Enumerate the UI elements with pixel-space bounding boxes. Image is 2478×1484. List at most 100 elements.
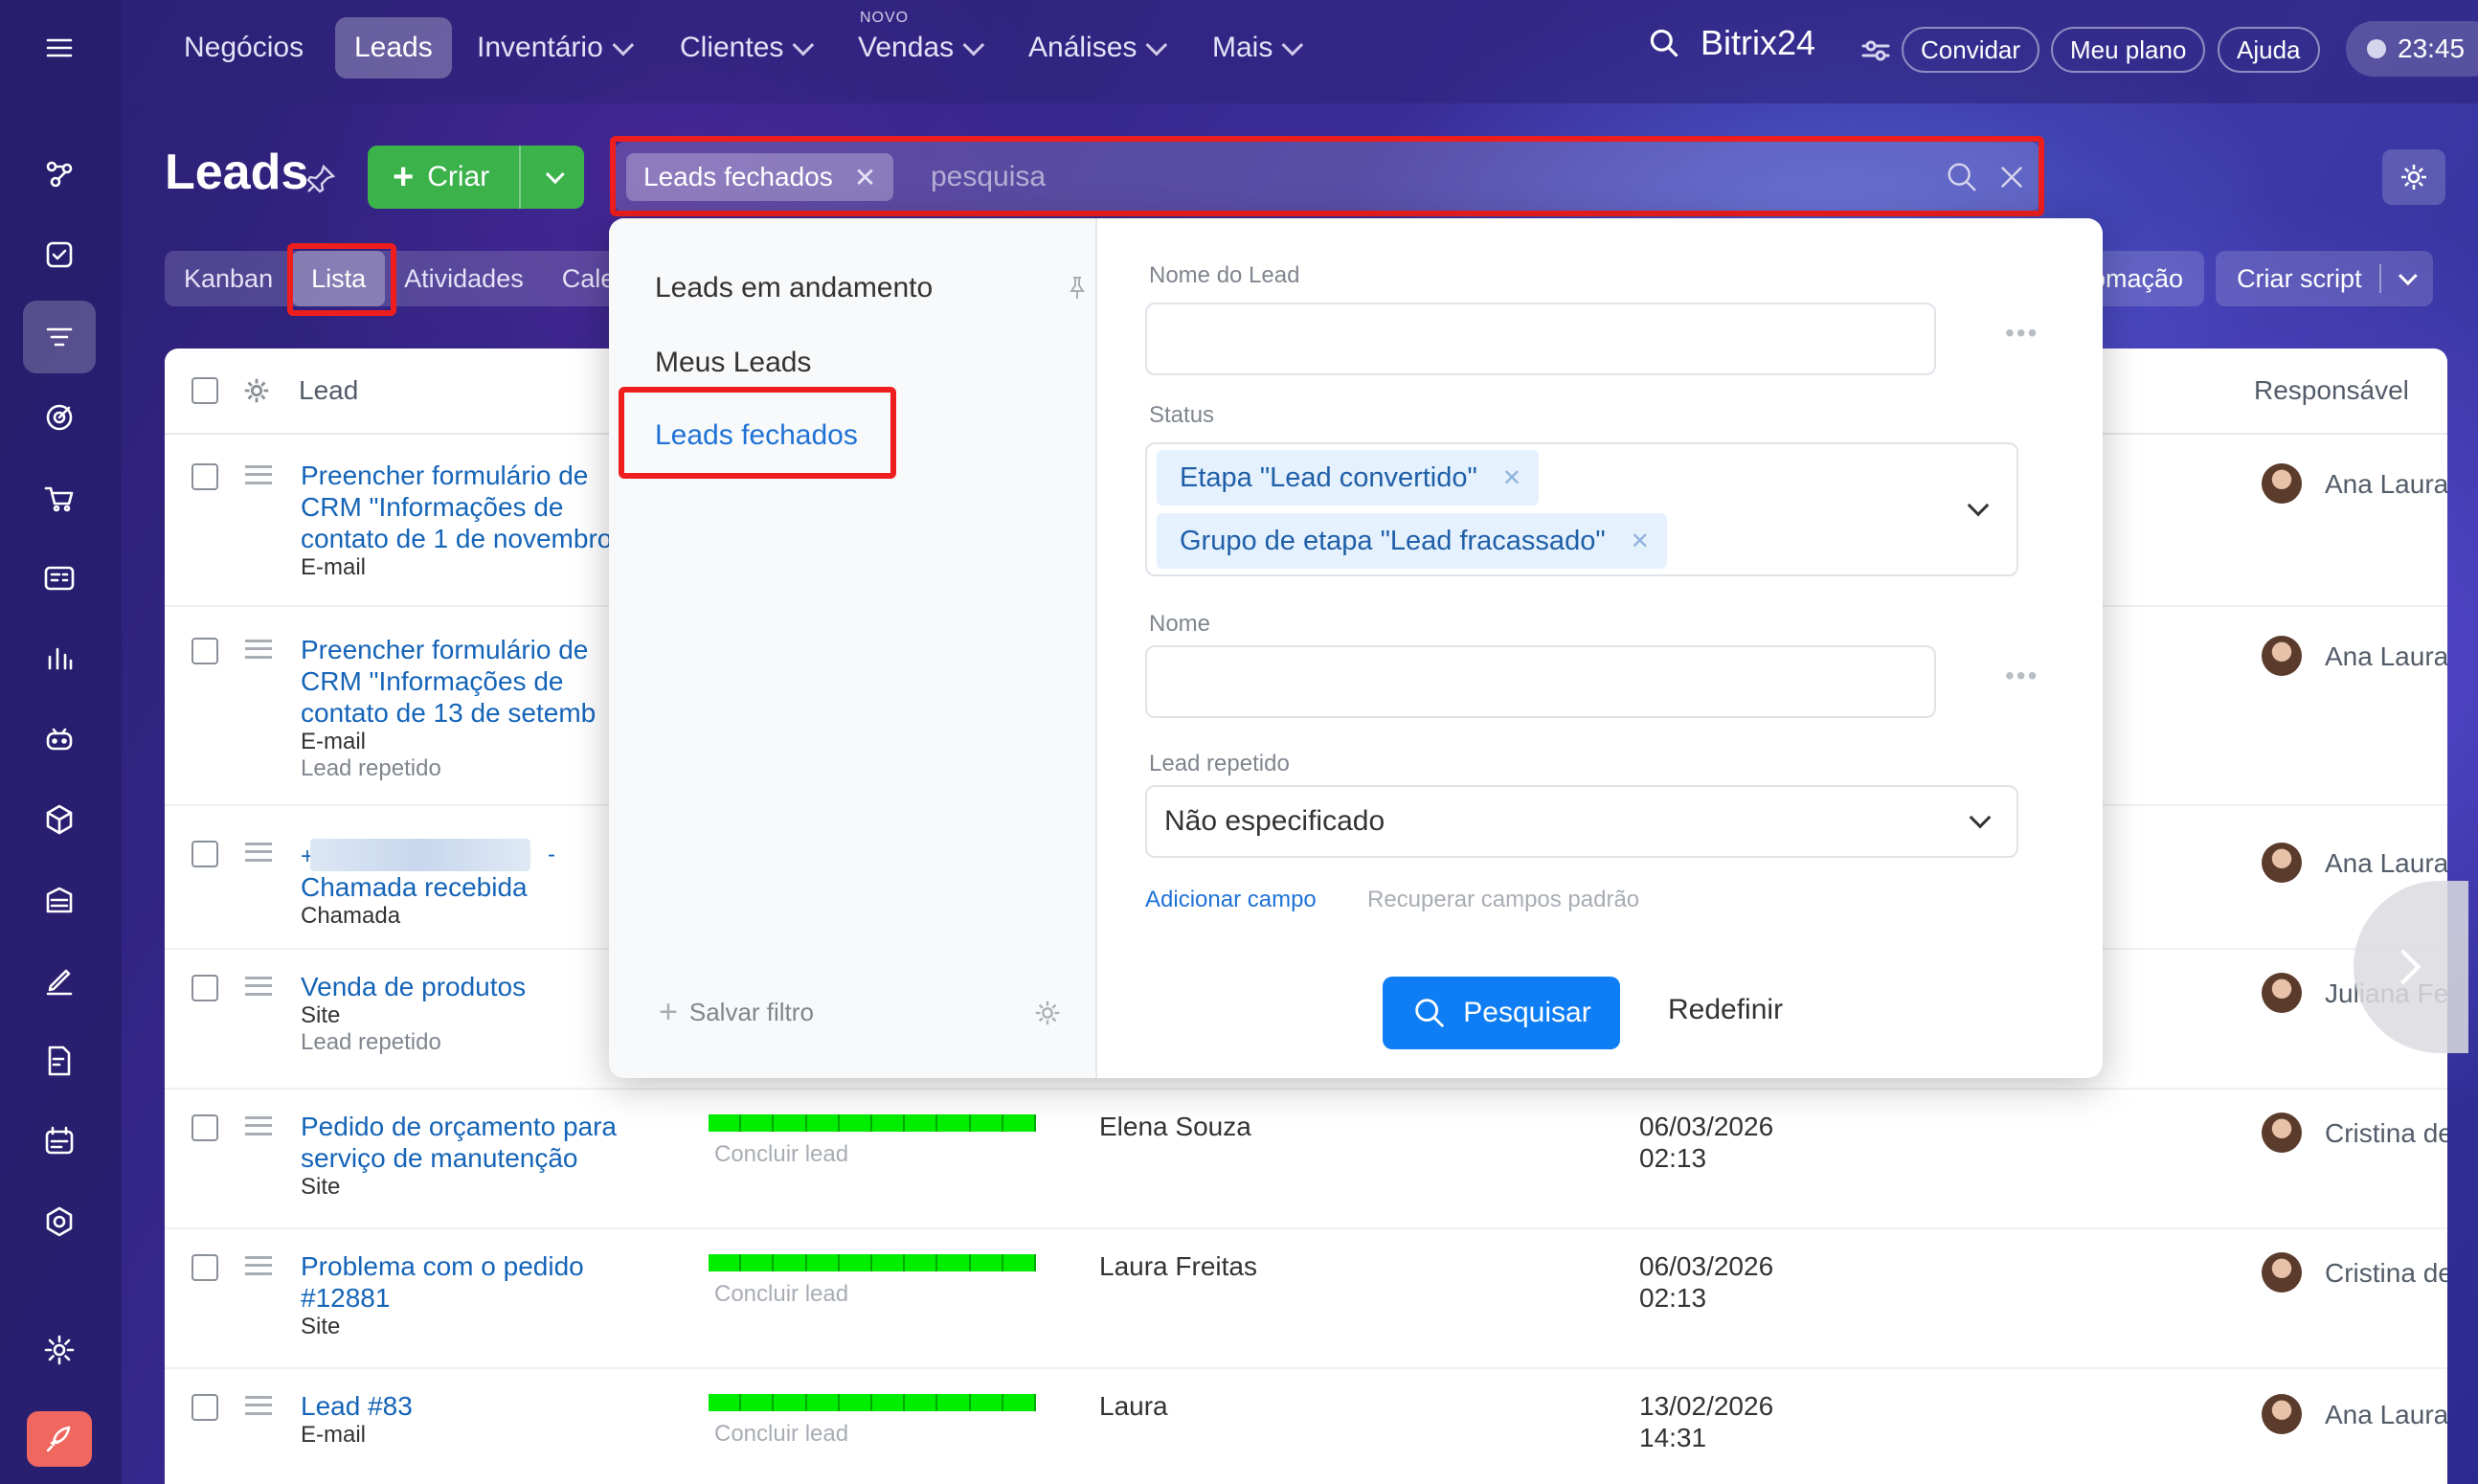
close-icon[interactable]: ✕ xyxy=(1502,464,1521,492)
nav-inventario[interactable]: Inventário xyxy=(458,17,647,79)
row-checkbox[interactable] xyxy=(191,463,218,490)
crm-flow-icon[interactable] xyxy=(31,146,88,203)
reset-button[interactable]: Redefinir xyxy=(1668,994,1783,1026)
bot-icon[interactable] xyxy=(31,710,88,768)
table-row[interactable]: Pedido de orçamento para serviço de manu… xyxy=(165,1090,2447,1229)
restore-fields-link[interactable]: Recuperar campos padrão xyxy=(1367,887,1639,913)
client-name[interactable]: Laura xyxy=(1099,1390,1168,1422)
tab-kanban[interactable]: Kanban xyxy=(165,251,292,306)
sign-icon[interactable] xyxy=(31,952,88,1009)
help-button[interactable]: Ajuda xyxy=(2218,27,2320,73)
calendar-icon[interactable] xyxy=(31,1113,88,1170)
save-filter-button[interactable]: + Salvar filtro xyxy=(659,994,814,1031)
more-options-icon[interactable]: ••• xyxy=(2005,661,2039,691)
stage-label[interactable]: Concluir lead xyxy=(714,1281,848,1308)
pin-icon[interactable] xyxy=(1067,276,1088,301)
search-icon[interactable] xyxy=(1647,26,1681,60)
row-menu-icon[interactable] xyxy=(245,1116,272,1135)
column-settings-icon[interactable] xyxy=(241,375,272,406)
analytics-icon[interactable] xyxy=(31,630,88,687)
create-dropdown[interactable] xyxy=(521,165,584,185)
client-name[interactable]: Elena Souza xyxy=(1099,1111,1251,1142)
row-menu-icon[interactable] xyxy=(245,1256,272,1275)
rocket-icon[interactable] xyxy=(27,1411,92,1467)
preset-my-leads[interactable]: Meus Leads xyxy=(655,347,811,379)
add-field-link[interactable]: Adicionar campo xyxy=(1145,887,1317,913)
responsible-name[interactable]: Ana Laura xyxy=(2325,469,2447,500)
lead-title[interactable]: Preencher formulário de CRM "Informações… xyxy=(301,460,617,554)
responsible-name[interactable]: Cristina de xyxy=(2325,1118,2447,1149)
more-options-icon[interactable]: ••• xyxy=(2005,318,2039,349)
row-menu-icon[interactable] xyxy=(245,1396,272,1415)
hexagon-icon[interactable] xyxy=(31,1193,88,1250)
name-input[interactable] xyxy=(1145,645,1936,718)
stage-progress-bar[interactable] xyxy=(709,1254,1037,1271)
lead-title[interactable]: Lead #83 xyxy=(301,1390,617,1422)
lead-title[interactable]: Venda de produtos xyxy=(301,971,617,1002)
document-edit-icon[interactable] xyxy=(31,1032,88,1090)
nav-leads[interactable]: Leads xyxy=(335,17,452,79)
contacts-card-icon[interactable] xyxy=(31,550,88,607)
row-checkbox[interactable] xyxy=(191,841,218,867)
nav-vendas[interactable]: Vendas xyxy=(839,17,998,79)
stage-label[interactable]: Concluir lead xyxy=(714,1141,848,1168)
preset-in-progress[interactable]: Leads em andamento xyxy=(655,272,933,304)
responsible-name[interactable]: Ana Laura xyxy=(2325,848,2447,879)
row-checkbox[interactable] xyxy=(191,1394,218,1421)
select-all-checkbox[interactable] xyxy=(191,377,218,404)
tab-atividades[interactable]: Atividades xyxy=(385,251,543,306)
store-icon[interactable] xyxy=(31,871,88,929)
crm-filter-icon[interactable] xyxy=(23,301,96,373)
column-lead[interactable]: Lead xyxy=(299,375,358,406)
my-plan-button[interactable]: Meu plano xyxy=(2051,27,2206,73)
box-icon[interactable] xyxy=(31,791,88,848)
responsible-name[interactable]: Ana Laura xyxy=(2325,641,2447,672)
nav-clientes[interactable]: Clientes xyxy=(661,17,827,79)
row-checkbox[interactable] xyxy=(191,975,218,1001)
responsible-name[interactable]: Ana Laura xyxy=(2325,1400,2447,1430)
row-menu-icon[interactable] xyxy=(245,977,272,996)
cart-icon[interactable] xyxy=(31,469,88,527)
invite-button[interactable]: Convidar xyxy=(1902,27,2040,73)
column-responsible[interactable]: Responsável xyxy=(2254,375,2409,406)
nav-negocios[interactable]: Negócios xyxy=(165,17,323,79)
stage-progress-bar[interactable] xyxy=(709,1394,1037,1411)
pin-icon[interactable] xyxy=(304,163,337,195)
nav-analises[interactable]: Análises xyxy=(1009,17,1181,79)
lead-title[interactable]: Problema com o pedido #12881 xyxy=(301,1250,617,1314)
menu-icon[interactable] xyxy=(31,19,88,77)
row-menu-icon[interactable] xyxy=(245,640,272,659)
lead-name-input[interactable] xyxy=(1145,303,1936,375)
repeated-lead-select[interactable]: Não especificado xyxy=(1145,785,2018,858)
row-checkbox[interactable] xyxy=(191,1114,218,1141)
chevron-down-icon[interactable] xyxy=(1967,494,1990,517)
client-name[interactable]: Laura Freitas xyxy=(1099,1250,1257,1282)
stage-label[interactable]: Concluir lead xyxy=(714,1421,848,1448)
create-script-button[interactable]: Criar script xyxy=(2216,251,2433,306)
filter-settings-button[interactable] xyxy=(1032,998,1063,1033)
settings-icon[interactable] xyxy=(31,1321,88,1379)
nav-mais[interactable]: Mais xyxy=(1193,17,1317,79)
status-tag[interactable]: Etapa "Lead convertido" ✕ xyxy=(1157,450,1539,506)
row-checkbox[interactable] xyxy=(191,638,218,664)
table-row[interactable]: Problema com o pedido #12881 Site Conclu… xyxy=(165,1229,2447,1369)
target-icon[interactable] xyxy=(31,389,88,446)
table-row[interactable]: Lead #83 E-mail Concluir lead Laura 13/0… xyxy=(165,1369,2447,1484)
create-button[interactable]: + Criar xyxy=(368,146,584,209)
lead-title[interactable]: Chamada recebida xyxy=(301,871,617,903)
lead-title[interactable]: Pedido de orçamento para serviço de manu… xyxy=(301,1111,617,1174)
row-menu-icon[interactable] xyxy=(245,843,272,862)
close-icon[interactable]: ✕ xyxy=(1631,528,1650,555)
stage-progress-bar[interactable] xyxy=(709,1114,1037,1132)
lead-title[interactable]: Preencher formulário de CRM "Informações… xyxy=(301,634,617,729)
sliders-icon[interactable] xyxy=(1861,38,1890,63)
row-checkbox[interactable] xyxy=(191,1254,218,1281)
responsible-name[interactable]: Cristina de xyxy=(2325,1258,2447,1289)
clock-widget[interactable]: 23:45 xyxy=(2346,21,2478,77)
page-settings-button[interactable] xyxy=(2382,149,2445,205)
tasks-icon[interactable] xyxy=(31,226,88,283)
status-multiselect[interactable]: Etapa "Lead convertido" ✕ Grupo de etapa … xyxy=(1145,442,2018,576)
row-menu-icon[interactable] xyxy=(245,465,272,484)
search-button[interactable]: Pesquisar xyxy=(1383,977,1620,1049)
status-tag[interactable]: Grupo de etapa "Lead fracassado" ✕ xyxy=(1157,513,1667,569)
